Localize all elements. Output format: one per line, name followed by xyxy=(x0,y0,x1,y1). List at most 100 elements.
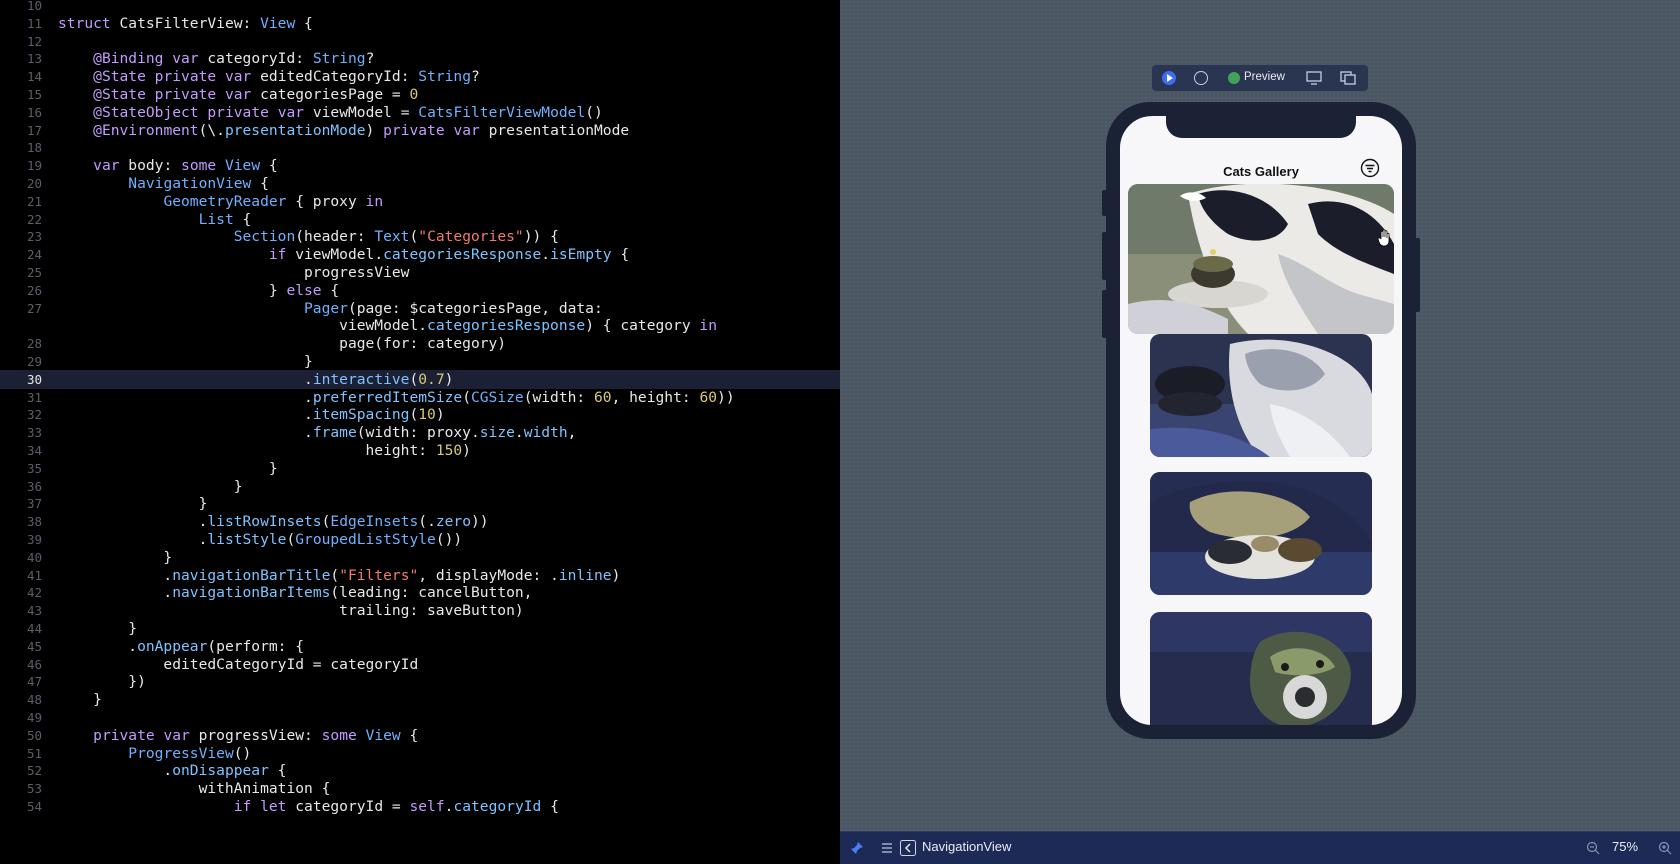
code-text[interactable]: .interactive(0.7) xyxy=(58,370,453,389)
code-text[interactable]: .listStyle(GroupedListStyle()) xyxy=(58,530,463,549)
code-line[interactable]: 47 }) xyxy=(0,672,840,691)
code-text[interactable]: @State private var editedCategoryId: Str… xyxy=(58,67,480,86)
code-line[interactable]: 11 struct CatsFilterView: View { xyxy=(0,14,840,33)
code-text[interactable]: .onDisappear { xyxy=(58,761,286,780)
code-line[interactable]: 18 xyxy=(0,138,840,157)
code-text[interactable]: viewModel.categoriesResponse) { category… xyxy=(58,316,717,335)
code-line[interactable]: 50 private var progressView: some View { xyxy=(0,726,840,745)
code-text[interactable]: .preferredItemSize(CGSize(width: 60, hei… xyxy=(58,388,735,407)
code-line[interactable]: 54 if let categoryId = self.categoryId { xyxy=(0,797,840,816)
code-text[interactable]: } else { xyxy=(58,281,339,300)
code-line[interactable]: 14 @State private var editedCategoryId: … xyxy=(0,67,840,86)
filter-icon[interactable] xyxy=(1360,158,1380,178)
code-line[interactable]: 22 List { xyxy=(0,210,840,229)
code-line[interactable]: 21 GeometryReader { proxy in xyxy=(0,192,840,211)
code-text[interactable]: } xyxy=(58,690,102,709)
inspect-icon[interactable] xyxy=(1194,71,1208,85)
zoom-in-icon[interactable] xyxy=(1658,841,1672,855)
code-text[interactable]: Section(header: Text("Categories")) { xyxy=(58,227,559,246)
breadcrumb[interactable]: NavigationView xyxy=(922,839,1011,854)
cat-photo[interactable] xyxy=(1150,334,1372,457)
code-line[interactable]: 33 .frame(width: proxy.size.width, xyxy=(0,423,840,442)
list-icon[interactable] xyxy=(880,841,894,855)
code-text[interactable]: @Binding var categoryId: String? xyxy=(58,49,374,68)
code-text[interactable]: }) xyxy=(58,672,146,691)
cat-photo[interactable] xyxy=(1150,612,1372,725)
code-line[interactable]: 25 progressView xyxy=(0,263,840,282)
code-line[interactable]: 41 .navigationBarTitle("Filters", displa… xyxy=(0,566,840,585)
cat-photo[interactable] xyxy=(1150,472,1372,595)
code-line[interactable]: 28 page(for: category) xyxy=(0,334,840,353)
code-line[interactable]: 42 .navigationBarItems(leading: cancelBu… xyxy=(0,583,840,602)
code-line[interactable]: viewModel.categoriesResponse) { category… xyxy=(0,316,840,335)
code-line[interactable]: 31 .preferredItemSize(CGSize(width: 60, … xyxy=(0,388,840,407)
code-text[interactable]: progressView xyxy=(58,263,409,282)
code-line[interactable]: 45 .onAppear(perform: { xyxy=(0,637,840,656)
live-preview-icon[interactable] xyxy=(1162,71,1176,85)
code-line[interactable]: 37 } xyxy=(0,494,840,513)
code-line[interactable]: 19 var body: some View { xyxy=(0,156,840,175)
code-line[interactable]: 39 .listStyle(GroupedListStyle()) xyxy=(0,530,840,549)
code-line[interactable]: 29 } xyxy=(0,352,840,371)
code-text[interactable]: editedCategoryId = categoryId xyxy=(58,655,418,674)
code-text[interactable]: } xyxy=(58,477,243,496)
code-line[interactable]: 35 } xyxy=(0,459,840,478)
code-line[interactable]: 27 Pager(page: $categoriesPage, data: xyxy=(0,299,840,318)
code-text[interactable]: page(for: category) xyxy=(58,334,506,353)
code-text[interactable]: @StateObject private var viewModel = Cat… xyxy=(58,103,603,122)
code-line[interactable]: 51 ProgressView() xyxy=(0,744,840,763)
code-line[interactable]: 16 @StateObject private var viewModel = … xyxy=(0,103,840,122)
code-text[interactable]: } xyxy=(58,352,313,371)
code-text[interactable]: .navigationBarItems(leading: cancelButto… xyxy=(58,583,532,602)
code-editor[interactable]: 10 11 struct CatsFilterView: View {12 13 @B… xyxy=(0,0,840,863)
code-text[interactable]: var body: some View { xyxy=(58,156,278,175)
duplicate-icon[interactable] xyxy=(1340,71,1356,85)
code-text[interactable]: ProgressView() xyxy=(58,744,251,763)
code-text[interactable]: trailing: saveButton) xyxy=(58,601,524,620)
code-line[interactable]: 46 editedCategoryId = categoryId xyxy=(0,655,840,674)
code-text[interactable]: if let categoryId = self.categoryId { xyxy=(58,797,559,816)
code-text[interactable]: } xyxy=(58,548,172,567)
code-line[interactable]: 52 .onDisappear { xyxy=(0,761,840,780)
code-line[interactable]: 13 @Binding var categoryId: String? xyxy=(0,49,840,68)
code-line[interactable]: 15 @State private var categoriesPage = 0 xyxy=(0,85,840,104)
code-text[interactable]: NavigationView { xyxy=(58,174,269,193)
code-text[interactable]: withAnimation { xyxy=(58,779,331,798)
code-text[interactable]: if viewModel.categoriesResponse.isEmpty … xyxy=(58,245,629,264)
code-line[interactable]: 10 xyxy=(0,0,840,15)
code-text[interactable]: @Environment(\.presentationMode) private… xyxy=(58,121,629,140)
code-text[interactable]: @State private var categoriesPage = 0 xyxy=(58,85,418,104)
code-text[interactable]: .itemSpacing(10) xyxy=(58,405,445,424)
code-line[interactable]: 38 .listRowInsets(EdgeInsets(.zero)) xyxy=(0,512,840,531)
code-line[interactable]: 34 height: 150) xyxy=(0,441,840,460)
preview-label[interactable]: Preview xyxy=(1244,71,1285,83)
code-line[interactable]: 40 } xyxy=(0,548,840,567)
code-text[interactable]: .listRowInsets(EdgeInsets(.zero)) xyxy=(58,512,489,531)
code-line[interactable]: 23 Section(header: Text("Categories")) { xyxy=(0,227,840,246)
code-text[interactable]: } xyxy=(58,619,137,638)
code-text[interactable]: .frame(width: proxy.size.width, xyxy=(58,423,576,442)
code-text[interactable]: } xyxy=(58,459,278,478)
code-line[interactable]: 12 xyxy=(0,32,840,51)
chevron-left-icon[interactable] xyxy=(900,840,916,856)
zoom-out-icon[interactable] xyxy=(1586,841,1600,855)
code-text[interactable]: struct CatsFilterView: View { xyxy=(58,14,313,33)
code-line[interactable]: 44 } xyxy=(0,619,840,638)
phone-screen[interactable]: Cats Gallery xyxy=(1120,116,1402,725)
code-line[interactable]: 53 withAnimation { xyxy=(0,779,840,798)
code-line[interactable]: 30 .interactive(0.7) xyxy=(0,369,840,389)
code-text[interactable]: List { xyxy=(58,210,252,229)
code-line[interactable]: 20 NavigationView { xyxy=(0,174,840,193)
code-text[interactable]: } xyxy=(58,494,208,513)
device-icon[interactable] xyxy=(1306,71,1322,85)
code-line[interactable]: 48 } xyxy=(0,690,840,709)
pin-icon[interactable] xyxy=(850,841,864,855)
code-text[interactable]: height: 150) xyxy=(58,441,471,460)
code-text[interactable]: .navigationBarTitle("Filters", displayMo… xyxy=(58,566,620,585)
code-line[interactable]: 24 if viewModel.categoriesResponse.isEmp… xyxy=(0,245,840,264)
cat-photo[interactable] xyxy=(1128,184,1394,334)
code-text[interactable]: private var progressView: some View { xyxy=(58,726,418,745)
code-line[interactable]: 49 xyxy=(0,708,840,727)
code-line[interactable]: 17 @Environment(\.presentationMode) priv… xyxy=(0,121,840,140)
code-line[interactable]: 36 } xyxy=(0,477,840,496)
